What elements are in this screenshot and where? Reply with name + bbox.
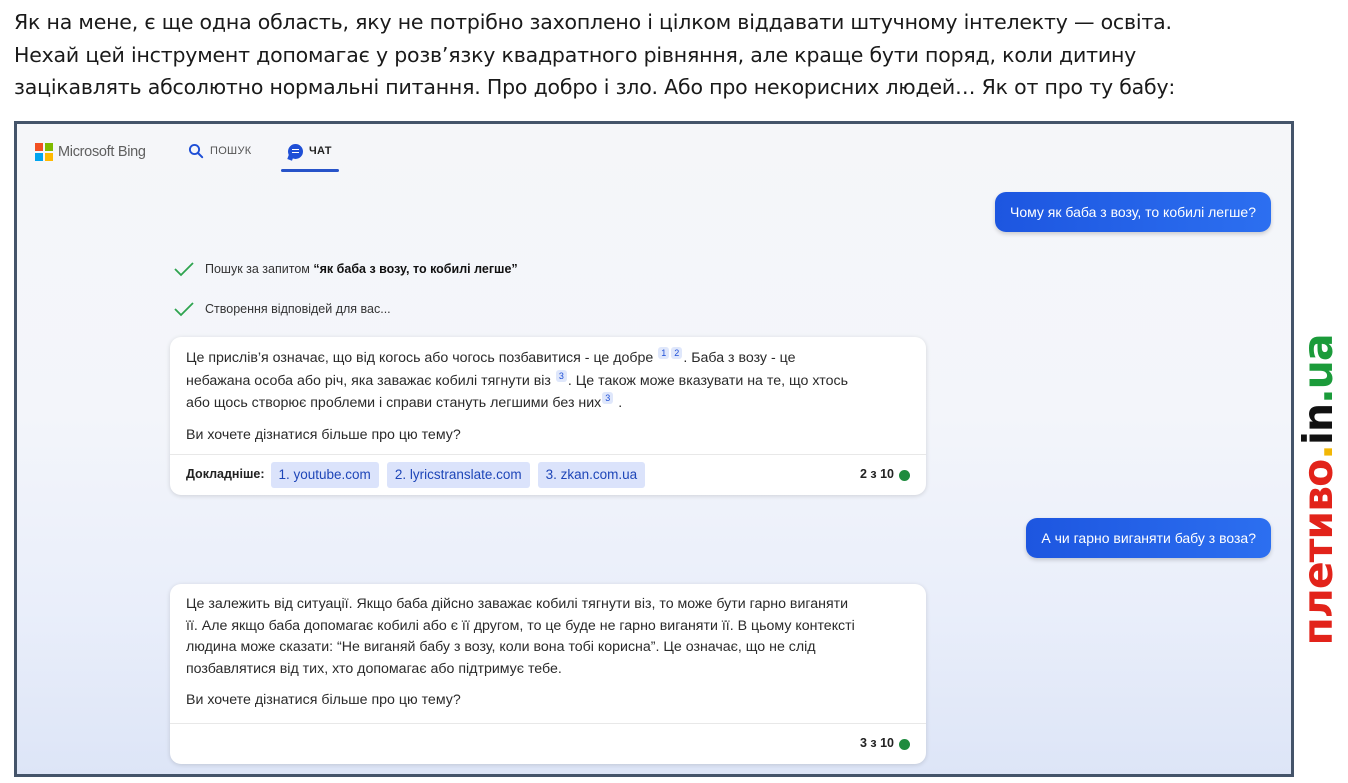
logo-text: Microsoft Bing [58,144,146,160]
answer-text: її. Але якщо баба допомагає кобилі або є… [186,617,855,634]
tab-chat-label: ЧАТ [309,145,332,157]
bot-answer: Це прислів’я означає, що від когось або … [170,337,926,495]
active-tab-indicator [281,169,339,172]
source-link[interactable]: 1. youtube.com [270,462,379,488]
answer-text: або щось створює проблеми і справи стану… [186,395,602,411]
turn-counter-text: 3 з 10 [859,736,894,751]
search-status: Пошук за запитом “як баба з возу, то коб… [173,261,518,277]
intro-line: Нехай цей інструмент допомагає у розв’яз… [14,42,1137,67]
intro-line: зацікавлять абсолютно нормальні питання.… [14,75,1176,99]
checkmark-icon [174,262,194,277]
turn-counter-text: 2 з 10 [859,467,894,482]
answer-paragraph: Це прислів’я означає, що від когось або … [186,347,910,415]
learn-more-label: Докладніше: [186,467,265,482]
follow-up-question: Ви хочете дізнатися більше про цю тему? [186,426,461,443]
intro-text: Як на мене, є ще одна область, яку не по… [14,6,1304,104]
bing-chat-screenshot: Microsoft Bing ПОШУК ЧАТ Чому як баба з … [14,121,1294,777]
answer-text: небажана особа або річ, яка заважає коби… [186,372,551,389]
source-link[interactable]: 2. lyricstranslate.com [386,462,530,488]
tab-search[interactable]: ПОШУК [188,141,251,161]
answer-text: Це прислів’я означає, що від когось або … [186,350,654,366]
answer-text: позбавлятися від тих, хто допомагає або … [186,660,562,677]
status-prefix: Пошук за запитом [205,262,310,276]
answer-footer: 3 з 10 [170,723,926,764]
tab-search-label: ПОШУК [210,145,252,157]
status-text: Створення відповідей для вас... [205,302,391,316]
top-bar: Microsoft Bing ПОШУК ЧАТ [17,124,1291,176]
microsoft-logo-icon [35,143,53,161]
citation-badge[interactable]: 1 [658,347,670,359]
answer-text: . Баба з возу - це [683,350,796,366]
answer-paragraph: Це залежить від ситуації. Якщо баба дійс… [186,594,910,680]
status-dot-icon [899,738,910,750]
status-dot-icon [899,469,910,481]
chat-icon [288,143,303,159]
answer-text: людина може сказати: “Не виганяй бабу з … [186,639,816,655]
bot-answer: Це залежить від ситуації. Якщо баба дійс… [170,584,926,764]
answer-text: . [618,395,623,411]
checkmark-icon [174,302,194,317]
citation-badge[interactable]: 3 [602,392,614,404]
source-link[interactable]: 3. zkan.com.ua [537,462,646,488]
follow-up-question: Ви хочете дізнатися більше про цю тему? [186,692,461,708]
search-icon [188,143,204,159]
bing-logo[interactable]: Microsoft Bing [35,143,146,161]
status-query: “як баба з возу, то кобилі легше” [313,262,518,276]
intro-line: Як на мене, є ще одна область, яку не по… [14,10,1172,34]
user-message: А чи гарно виганяти бабу з воза? [1026,518,1271,558]
answer-text: . Це також може вказувати на те, що хтос… [567,372,848,389]
turn-counter: 3 з 10 [860,733,910,755]
tab-chat[interactable]: ЧАТ [288,141,332,161]
watermark-text: . [1294,445,1342,460]
site-watermark: плетиво.in.ua [1294,334,1342,645]
turn-counter: 2 з 10 [860,464,910,486]
user-message: Чому як баба з возу, то кобилі легше? [995,192,1271,232]
citation-badge[interactable]: 2 [671,347,683,359]
answer-text: Це залежить від ситуації. Якщо баба дійс… [186,596,849,612]
watermark-text: in [1294,403,1342,446]
generating-status: Створення відповідей для вас... [173,301,391,317]
watermark-text: плетиво [1294,459,1342,646]
citation-badge[interactable]: 3 [555,369,567,382]
watermark-text: .ua [1294,334,1342,404]
answer-footer: Докладніше: 1. youtube.com 2. lyricstran… [170,454,926,495]
